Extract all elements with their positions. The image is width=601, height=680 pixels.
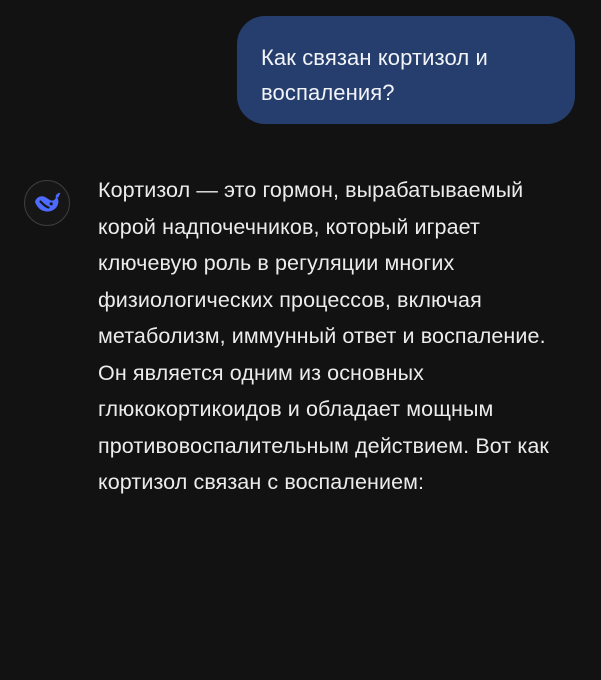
deepseek-whale-icon <box>35 192 61 212</box>
user-message-text: Как связан кортизол и воспаления? <box>261 45 488 105</box>
user-message-bubble: Как связан кортизол и воспаления? <box>237 16 575 124</box>
assistant-message-text: Кортизол — это гормон, вырабатываемый ко… <box>98 178 549 494</box>
chat-thread: Как связан кортизол и воспаления? Кортиз… <box>0 0 601 680</box>
assistant-avatar <box>24 180 70 226</box>
